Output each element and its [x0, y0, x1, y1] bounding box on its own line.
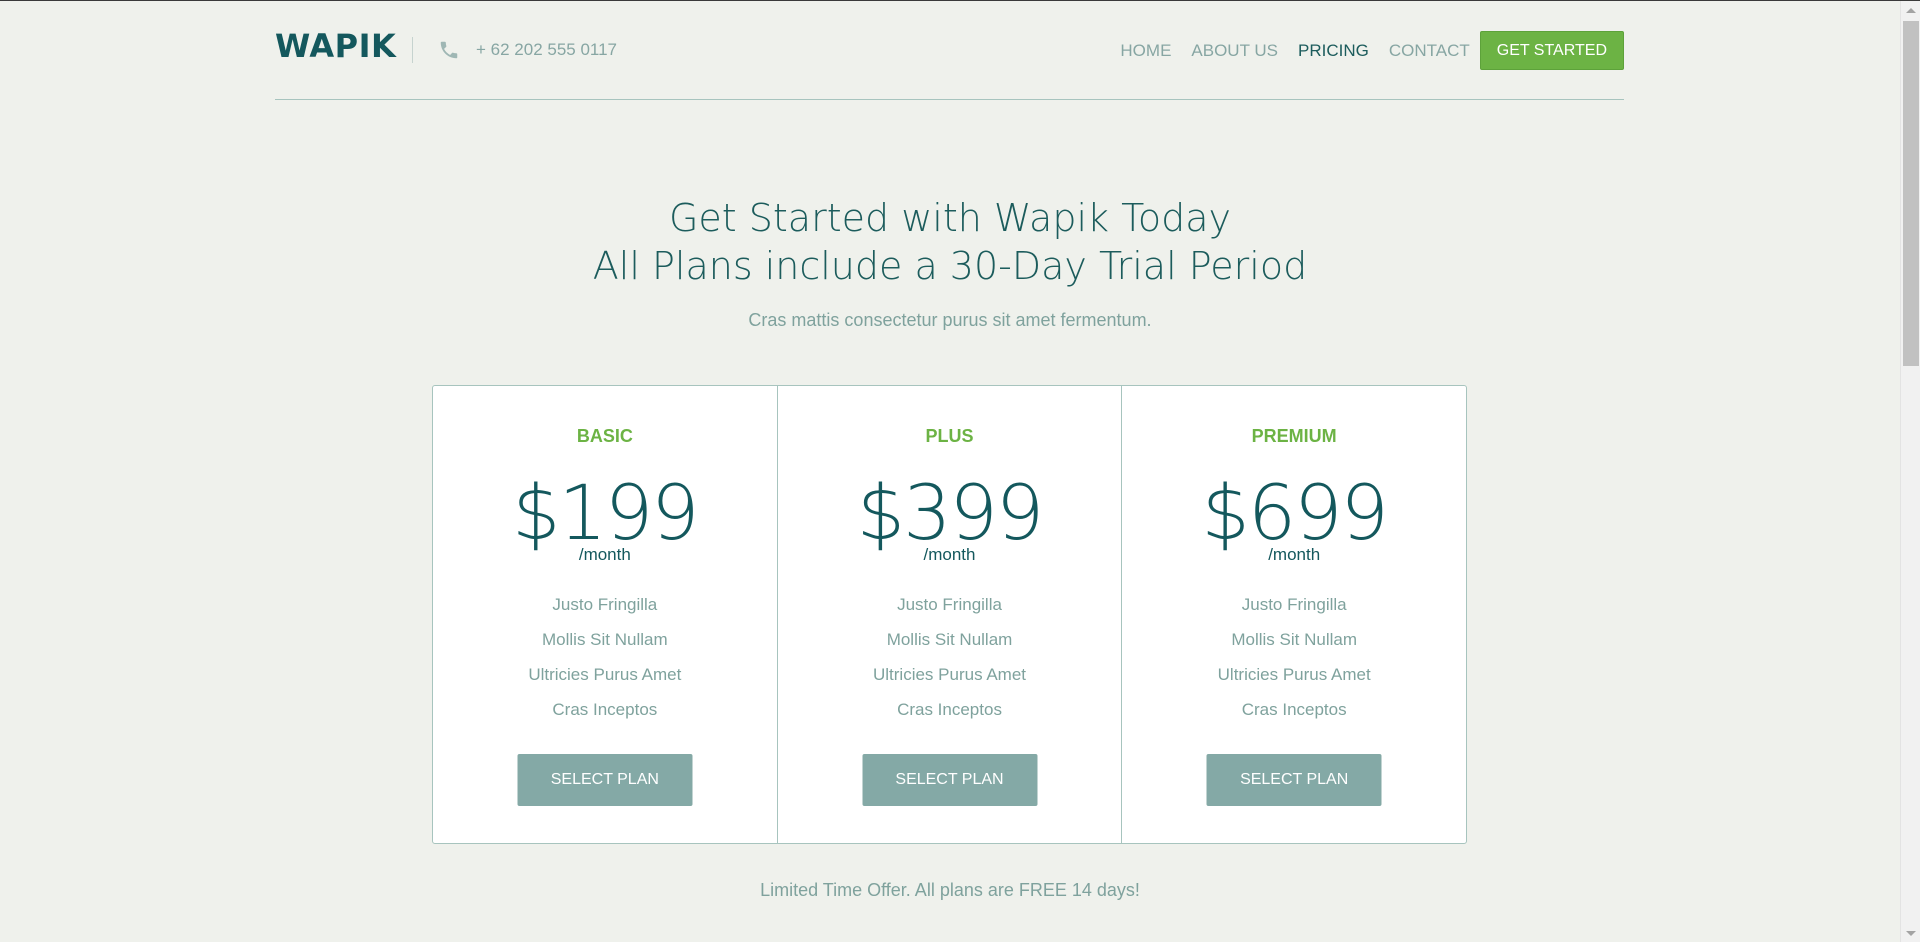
feature-item: Mollis Sit Nullam: [542, 630, 668, 649]
hero-title: Get Started with Wapik Today All Plans i…: [0, 194, 1900, 290]
get-started-button[interactable]: GET STARTED: [1479, 31, 1624, 70]
vertical-scrollbar[interactable]: [1900, 1, 1920, 942]
plan-name: PLUS: [925, 426, 974, 446]
plan-name: BASIC: [576, 426, 633, 446]
main-nav: HOME ABOUT US PRICING CONTACT GET STARTE…: [1100, 31, 1624, 70]
plan-card-basic: BASIC $199 /month Justo Fringilla Mollis…: [433, 386, 778, 843]
feature-item: Cras Inceptos: [1241, 700, 1347, 719]
hero-title-line-2: All Plans include a 30-Day Trial Period: [592, 244, 1308, 288]
plan-card-premium: PREMIUM $699 /month Justo Fringilla Moll…: [1122, 386, 1466, 843]
select-plan-premium-button[interactable]: SELECT PLAN: [1206, 754, 1382, 806]
feature-item: Ultricies Purus Amet: [528, 665, 682, 684]
feature-item: Ultricies Purus Amet: [1217, 665, 1371, 684]
feature-item: Mollis Sit Nullam: [1231, 630, 1357, 649]
plan-period: /month: [923, 545, 976, 564]
logo[interactable]: WAPIK: [275, 27, 396, 65]
offer-text: Limited Time Offer. All plans are FREE 1…: [760, 880, 1140, 900]
nav-home[interactable]: HOME: [1120, 41, 1171, 61]
select-plan-basic-button[interactable]: SELECT PLAN: [517, 754, 693, 806]
plan-period: /month: [1268, 545, 1321, 564]
hero-title-line-1: Get Started with Wapik Today: [668, 196, 1231, 240]
feature-item: Justo Fringilla: [897, 595, 1002, 614]
nav-pricing[interactable]: PRICING: [1298, 41, 1369, 61]
feature-item: Mollis Sit Nullam: [886, 630, 1013, 649]
phone-icon: [438, 39, 460, 61]
plan-name: PREMIUM: [1251, 426, 1337, 446]
feature-item: Cras Inceptos: [897, 700, 1002, 719]
scroll-down-arrow-icon[interactable]: [1906, 931, 1916, 936]
site-header: WAPIK + 62 202 555 0117 HOME ABOUT US PR…: [275, 1, 1624, 100]
plan-features: Justo Fringilla Mollis Sit Nullam Ultric…: [778, 595, 1122, 735]
scrollbar-thumb[interactable]: [1903, 21, 1919, 366]
scroll-up-arrow-icon[interactable]: [1906, 8, 1916, 13]
pricing-table: BASIC $199 /month Justo Fringilla Mollis…: [432, 385, 1467, 844]
page: WAPIK + 62 202 555 0117 HOME ABOUT US PR…: [0, 1, 1900, 942]
plan-card-plus: PLUS $399 /month Justo Fringilla Mollis …: [778, 386, 1123, 843]
feature-item: Justo Fringilla: [552, 595, 658, 614]
header-divider: [412, 37, 413, 63]
plan-period: /month: [578, 545, 631, 564]
hero-subtitle: Cras mattis consectetur purus sit amet f…: [748, 310, 1152, 330]
feature-item: Ultricies Purus Amet: [872, 665, 1027, 684]
feature-item: Cras Inceptos: [552, 700, 658, 719]
plan-features: Justo Fringilla Mollis Sit Nullam Ultric…: [433, 595, 777, 735]
select-plan-plus-button[interactable]: SELECT PLAN: [862, 754, 1037, 806]
plan-features: Justo Fringilla Mollis Sit Nullam Ultric…: [1122, 595, 1466, 735]
nav-about-us[interactable]: ABOUT US: [1191, 41, 1278, 61]
nav-contact[interactable]: CONTACT: [1389, 41, 1470, 61]
phone-number[interactable]: + 62 202 555 0117: [476, 40, 617, 60]
feature-item: Justo Fringilla: [1241, 595, 1347, 614]
